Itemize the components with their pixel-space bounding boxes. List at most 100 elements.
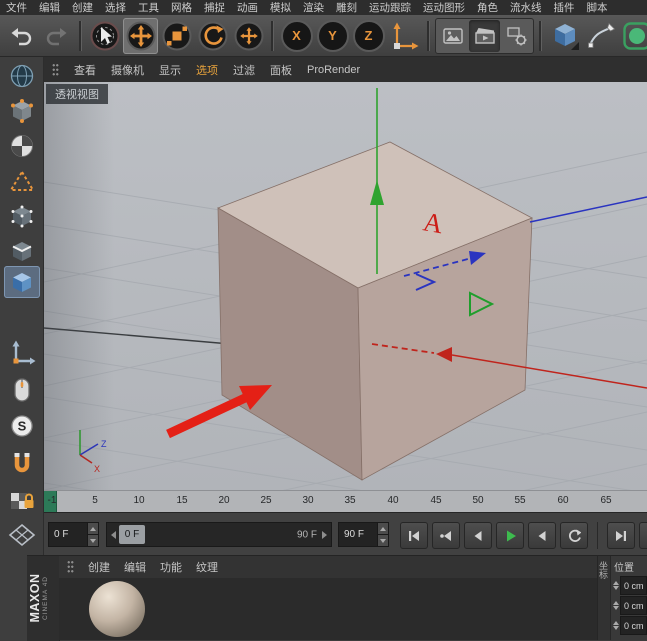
ruler-tick: 5: [92, 495, 98, 506]
mouse-input-button[interactable]: [4, 374, 40, 406]
timeline-slider[interactable]: 0 F 90 F: [106, 522, 332, 547]
undo-icon: [9, 24, 33, 48]
menu-animate[interactable]: 动画: [237, 0, 258, 15]
position-x-field[interactable]: 0 cm: [620, 576, 647, 595]
vp-menu-options[interactable]: 选项: [196, 62, 218, 78]
workplane-mode-button[interactable]: [4, 165, 40, 197]
render-picture-viewer-button[interactable]: [469, 20, 500, 52]
menu-file[interactable]: 文件: [6, 0, 27, 15]
subdivision-surface-button[interactable]: [619, 18, 647, 54]
points-mode-button[interactable]: [4, 200, 40, 232]
position-z-field[interactable]: 0 cm: [620, 616, 647, 635]
goto-start-button[interactable]: [400, 522, 428, 549]
ruler-tick: 40: [387, 495, 398, 506]
pen-spline-button[interactable]: [583, 18, 618, 54]
slider-right-arrow-icon[interactable]: [322, 531, 327, 539]
vp-menu-filter[interactable]: 过滤: [233, 62, 255, 78]
cube-primitive-button[interactable]: [547, 18, 582, 54]
move-tool-button[interactable]: [123, 18, 158, 54]
panel-grip[interactable]: [52, 63, 59, 77]
slider-handle[interactable]: 0 F: [119, 525, 145, 544]
transport-separator: [597, 522, 598, 549]
last-used-tool-button[interactable]: [231, 18, 266, 54]
menu-simulate[interactable]: 模拟: [270, 0, 291, 15]
coordinates-tab[interactable]: 坐标: [598, 556, 611, 640]
menu-tools[interactable]: 工具: [138, 0, 159, 15]
polygons-mode-button[interactable]: [4, 266, 40, 298]
edges-mode-button[interactable]: [4, 235, 40, 267]
mat-menu-edit[interactable]: 编辑: [124, 559, 146, 575]
make-editable-button[interactable]: [4, 95, 40, 127]
ruler-tick: 30: [302, 495, 313, 506]
mat-menu-texture[interactable]: 纹理: [196, 559, 218, 575]
vp-menu-panel[interactable]: 面板: [270, 62, 292, 78]
globe-button[interactable]: [4, 60, 40, 92]
position-z-stepper[interactable]: [612, 616, 620, 635]
end-frame-stepper[interactable]: [378, 522, 389, 547]
position-y-field[interactable]: 0 cm: [620, 596, 647, 615]
live-selection-tool-button[interactable]: [87, 18, 122, 54]
lock-workplane-button[interactable]: [4, 484, 40, 516]
menu-render[interactable]: 渲染: [303, 0, 324, 15]
texture-mode-button[interactable]: [4, 130, 40, 162]
mat-menu-create[interactable]: 创建: [88, 559, 110, 575]
y-axis-lock-button[interactable]: Y: [315, 18, 350, 54]
end-frame-field[interactable]: 90 F: [338, 522, 389, 547]
rotate-icon: [197, 20, 229, 52]
menu-select[interactable]: 选择: [105, 0, 126, 15]
menu-pipeline[interactable]: 流水线: [510, 0, 542, 15]
timeline-ruler[interactable]: -1 5 10 15 20 25 30 35 40 45 50 55 60 65: [44, 490, 647, 512]
vp-menu-display[interactable]: 显示: [159, 62, 181, 78]
material-preview-sphere[interactable]: [89, 581, 145, 637]
undo-button[interactable]: [3, 18, 38, 54]
loop-button[interactable]: [560, 522, 588, 549]
menu-character[interactable]: 角色: [477, 0, 498, 15]
menu-sculpt[interactable]: 雕刻: [336, 0, 357, 15]
goto-previous-frame-button[interactable]: [464, 522, 492, 549]
vp-menu-view[interactable]: 查看: [74, 62, 96, 78]
coordinate-system-button[interactable]: [387, 18, 422, 54]
menu-plugins[interactable]: 插件: [554, 0, 575, 15]
vp-menu-prorender[interactable]: ProRender: [307, 64, 360, 76]
ruler-tick: 60: [557, 495, 568, 506]
menu-mesh[interactable]: 网格: [171, 0, 192, 15]
material-list[interactable]: [59, 578, 597, 640]
mat-menu-function[interactable]: 功能: [160, 559, 182, 575]
snap-button[interactable]: S: [4, 410, 40, 442]
menu-snap[interactable]: 捕捉: [204, 0, 225, 15]
start-frame-value[interactable]: 0 F: [48, 522, 88, 547]
start-frame-field[interactable]: 0 F: [48, 522, 99, 547]
toolbar-separator: [79, 21, 82, 51]
menu-script[interactable]: 脚本: [587, 0, 608, 15]
plane-grid-button[interactable]: [4, 519, 40, 551]
start-frame-stepper[interactable]: [88, 522, 99, 547]
magnet-button[interactable]: [4, 448, 40, 480]
position-x-stepper[interactable]: [612, 576, 620, 595]
render-view-button[interactable]: [437, 20, 468, 52]
redo-button[interactable]: [39, 18, 74, 54]
menu-motion-tracker[interactable]: 运动跟踪: [369, 0, 411, 15]
render-view-icon: [441, 24, 465, 48]
menu-create[interactable]: 创建: [72, 0, 93, 15]
perspective-viewport[interactable]: A Z X 透视视图: [44, 82, 647, 490]
rotate-tool-button[interactable]: [195, 18, 230, 54]
position-y-stepper[interactable]: [612, 596, 620, 615]
x-axis-lock-button[interactable]: X: [279, 18, 314, 54]
goto-end-button[interactable]: [607, 522, 635, 549]
panel-grip[interactable]: [67, 560, 74, 574]
record-keyframe-button[interactable]: [639, 522, 647, 549]
vp-menu-cameras[interactable]: 摄像机: [111, 62, 144, 78]
scale-tool-button[interactable]: [159, 18, 194, 54]
enable-axis-button[interactable]: [4, 338, 40, 370]
end-frame-value[interactable]: 90 F: [338, 522, 378, 547]
slider-left-arrow-icon[interactable]: [111, 531, 116, 539]
render-settings-button[interactable]: [501, 20, 532, 52]
animation-toolbar: 0 F 0 F 90 F 90 F: [44, 512, 647, 555]
play-forward-button[interactable]: [496, 522, 524, 549]
z-axis-lock-button[interactable]: Z: [351, 18, 386, 54]
menu-edit[interactable]: 编辑: [39, 0, 60, 15]
goto-next-frame-button[interactable]: [528, 522, 556, 549]
goto-previous-key-button[interactable]: [432, 522, 460, 549]
menu-mograph[interactable]: 运动图形: [423, 0, 465, 15]
viewport-canvas[interactable]: A Z X: [44, 82, 647, 490]
